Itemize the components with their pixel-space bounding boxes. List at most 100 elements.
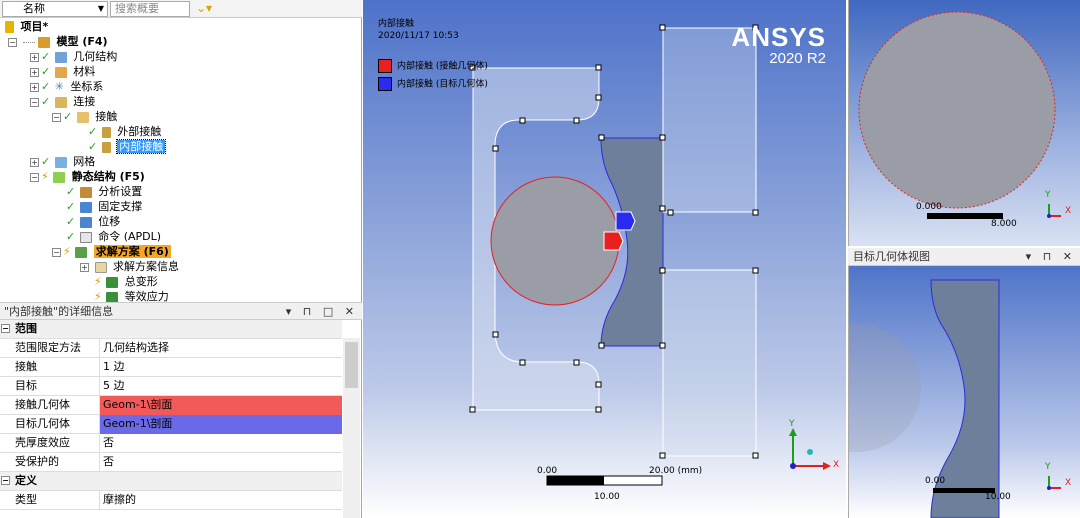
circle-body-geometry (858, 11, 1061, 219)
collapse-icon[interactable]: − (52, 112, 61, 122)
tree-item-command[interactable]: ✓ 命令 (APDL) (66, 230, 161, 244)
expand-icon[interactable]: + (30, 82, 39, 92)
section-definition[interactable]: − 定义 (0, 472, 342, 491)
outline-tree: 项目* − 模型 (F4) + ✓ 几何结构 + ✓ 材料 + ✓ ✳ 坐标系 − ✓ … (0, 20, 362, 303)
row-shell-thickness-effect[interactable]: 壳厚度效应 否 (0, 434, 342, 453)
check-icon: ✓ (41, 65, 51, 78)
lightning-icon: ⚡ (94, 275, 102, 288)
expand-icon[interactable]: + (80, 262, 89, 272)
tree-item-geometry[interactable]: + ✓ 几何结构 (30, 50, 117, 64)
check-icon: ✓ (41, 155, 51, 168)
section-scope[interactable]: − 范围 (0, 320, 342, 339)
check-icon: ✓ (41, 50, 51, 63)
tree-item-fixed-support[interactable]: ✓ 固定支撑 (66, 200, 142, 214)
target-body-geometry (849, 279, 1061, 518)
target-body-view[interactable]: 0.00 10.00 Y X (848, 266, 1080, 518)
tree-item-contacts[interactable]: − ✓ 接触 (52, 110, 117, 124)
tree-item-inner-contact[interactable]: ✓ 内部接触 (88, 139, 167, 154)
command-icon (79, 231, 92, 243)
solution-icon (75, 246, 88, 258)
tree-item-total-deformation[interactable]: ⚡ 总变形 (94, 275, 158, 289)
contact-region-icon (101, 141, 111, 153)
row-target[interactable]: 目标 5 边 (0, 377, 342, 396)
project-icon (5, 21, 14, 33)
row-protected[interactable]: 受保护的 否 (0, 453, 342, 472)
axis-x-label: X (833, 460, 840, 470)
check-icon: ✓ (41, 95, 51, 108)
lightning-icon: ⚡ (41, 170, 49, 183)
collapse-icon[interactable]: − (1, 324, 10, 333)
collapse-icon[interactable]: − (52, 247, 61, 257)
lightning-icon: ⚡ (63, 245, 71, 258)
row-contact[interactable]: 接触 1 边 (0, 358, 342, 377)
tree-item-analysis-settings[interactable]: ✓ 分析设置 (66, 185, 142, 199)
row-type[interactable]: 类型 摩擦的 (0, 491, 342, 510)
solution-information-icon (94, 261, 107, 273)
row-target-bodies[interactable]: 目标几何体 Geom-1\剖面 (0, 415, 342, 434)
scale-label-left: 0.000 (916, 202, 942, 212)
tree-item-model[interactable]: − 模型 (F4) (8, 35, 108, 49)
tree-item-solution-information[interactable]: + 求解方案信息 (80, 260, 179, 274)
collapse-icon[interactable]: − (8, 37, 17, 47)
fixed-support-icon (79, 201, 92, 213)
scrollbar-thumb[interactable] (345, 342, 358, 388)
materials-icon (54, 66, 67, 78)
collapse-icon[interactable]: − (30, 172, 39, 182)
tree-item-connections[interactable]: − ✓ 连接 (30, 95, 95, 109)
tree-item-static-structural[interactable]: − ⚡ 静态结构 (F5) (30, 170, 145, 184)
panel-controls[interactable]: ▾ ⊓ ✕ (1026, 248, 1076, 265)
row-scoping-method[interactable]: 范围限定方法 几何结构选择 (0, 339, 342, 358)
displacement-icon (79, 216, 92, 228)
check-icon: ✓ (88, 140, 98, 153)
search-input[interactable]: 搜索概要 (110, 1, 190, 17)
search-placeholder: 搜索概要 (115, 2, 159, 15)
expand-icon[interactable]: + (30, 157, 39, 167)
collapse-icon[interactable]: − (1, 476, 10, 485)
viewport-date: 2020/11/17 10:53 (378, 31, 459, 41)
row-contact-bodies[interactable]: 接触几何体 Geom-1\剖面 (0, 396, 342, 415)
check-icon: ✓ (66, 215, 76, 228)
check-icon: ✓ (63, 110, 73, 123)
filter-chevron-icon[interactable]: ⌄▾ (196, 1, 212, 15)
tree-item-project[interactable]: 项目* (5, 20, 48, 34)
graphics-viewport[interactable]: 内部接触 2020/11/17 10:53 内部接触 (接触几何体) 内部接触 … (363, 0, 846, 518)
left-panel: 名称 ▼ 搜索概要 ⌄▾ 项目* − 模型 (F4) + ✓ 几何结构 + ✓ 材料 (0, 0, 362, 518)
target-view-header: 目标几何体视图 ▾ ⊓ ✕ (848, 248, 1080, 266)
scale-label-mid: 10.00 (594, 492, 620, 502)
axis-x-label: X (1065, 478, 1072, 488)
expand-icon[interactable]: + (30, 52, 39, 62)
triad-axes (789, 428, 831, 470)
tree-item-coordinate-systems[interactable]: + ✓ ✳ 坐标系 (30, 80, 103, 94)
result-icon (106, 291, 119, 303)
contact-region-icon (101, 126, 111, 138)
expand-icon[interactable]: + (30, 67, 39, 77)
tree-item-materials[interactable]: + ✓ 材料 (30, 65, 95, 79)
collapse-icon[interactable]: − (30, 97, 39, 107)
tree-item-mesh[interactable]: + ✓ 网格 (30, 155, 95, 169)
viewport-title: 内部接触 (378, 19, 415, 29)
legend-target: 内部接触 (目标几何体) (378, 77, 488, 92)
geometry-icon (54, 51, 67, 63)
name-dropdown[interactable]: 名称 ▼ (2, 1, 108, 17)
check-icon: ✓ (88, 125, 98, 138)
check-icon: ✓ (66, 200, 76, 213)
name-dropdown-label: 名称 (23, 2, 45, 15)
target-view-title: 目标几何体视图 (853, 250, 930, 263)
legend-contact: 内部接触 (接触几何体) (378, 59, 488, 74)
contact-body-view[interactable]: 0.000 8.000 Y X (848, 0, 1080, 246)
panel-controls[interactable]: ▾ ⊓ □ ✕ (286, 303, 358, 320)
static-structural-icon (53, 171, 66, 183)
scale-label-left: 0.00 (537, 466, 558, 476)
check-icon: ✓ (66, 230, 76, 243)
axis-x-label: X (1065, 206, 1072, 216)
check-icon: ✓ (66, 185, 76, 198)
legend-swatch-red (378, 59, 392, 73)
tree-item-solution[interactable]: − ⚡ 求解方案 (F6) (52, 245, 171, 259)
scale-label-right: 20.00 (mm) (649, 466, 703, 476)
scale-label-right: 8.000 (991, 219, 1017, 229)
mesh-icon (54, 156, 67, 168)
tree-item-outer-contact[interactable]: ✓ 外部接触 (88, 125, 161, 139)
details-scrollbar[interactable] (343, 338, 360, 518)
tree-item-displacement[interactable]: ✓ 位移 (66, 215, 120, 229)
contacts-folder-icon (76, 111, 89, 123)
